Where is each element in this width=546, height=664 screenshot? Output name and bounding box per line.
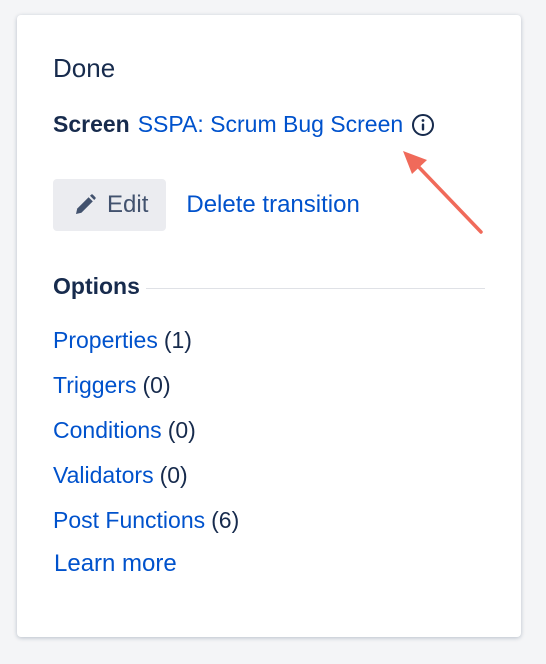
screen-link[interactable]: SSPA: Scrum Bug Screen	[138, 111, 403, 138]
option-validators-link[interactable]: Validators	[53, 462, 154, 488]
options-divider	[145, 288, 485, 289]
edit-label: Edit	[107, 191, 149, 218]
option-validators: Validators (0)	[53, 460, 239, 505]
option-properties: Properties (1)	[53, 325, 239, 370]
edit-button[interactable]: Edit	[53, 179, 167, 231]
delete-transition-link[interactable]: Delete transition	[186, 191, 359, 219]
pencil-icon	[76, 194, 96, 214]
transition-panel: Done Screen SSPA: Scrum Bug Screen Edit …	[17, 15, 521, 637]
option-triggers-count: (0)	[142, 372, 171, 398]
option-post-functions: Post Functions (6)	[53, 505, 239, 550]
option-triggers: Triggers (0)	[53, 370, 239, 415]
option-conditions-count: (0)	[167, 417, 196, 443]
info-circle-icon[interactable]	[411, 113, 435, 137]
screen-row: Screen SSPA: Scrum Bug Screen	[53, 111, 435, 138]
options-list: Properties (1) Triggers (0) Conditions (0) …	[53, 325, 239, 550]
option-conditions: Conditions (0)	[53, 415, 239, 460]
option-validators-count: (0)	[159, 462, 188, 488]
option-post-functions-link[interactable]: Post Functions	[53, 507, 205, 533]
transition-title: Done	[53, 53, 116, 83]
option-properties-count: (1)	[163, 327, 192, 353]
screen-label: Screen	[53, 111, 130, 137]
option-properties-link[interactable]: Properties	[53, 327, 158, 353]
learn-more-link[interactable]: Learn more	[54, 550, 177, 578]
actions-row: Edit Delete transition	[53, 179, 360, 231]
option-triggers-link[interactable]: Triggers	[53, 372, 137, 398]
options-title: Options	[53, 273, 140, 299]
option-conditions-link[interactable]: Conditions	[53, 417, 162, 443]
option-post-functions-count: (6)	[211, 507, 240, 533]
options-header: Options	[53, 273, 485, 300]
